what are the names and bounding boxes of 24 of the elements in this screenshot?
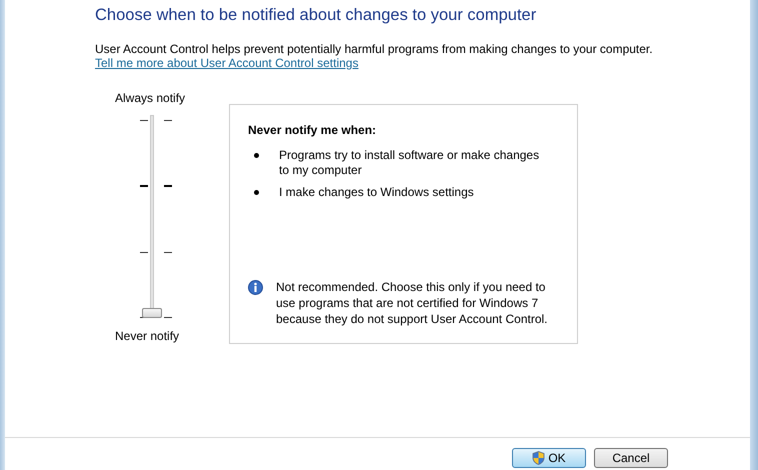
tick-mark xyxy=(164,316,172,318)
help-link[interactable]: Tell me more about User Account Control settings xyxy=(95,56,358,70)
bullet-icon xyxy=(254,153,259,158)
bullet-icon xyxy=(254,190,259,195)
cancel-button[interactable]: Cancel xyxy=(594,448,668,468)
page-heading: Choose when to be notified about changes to your computer xyxy=(95,6,536,25)
tick-mark xyxy=(164,252,172,253)
description-text: User Account Control helps prevent potentially harmful programs from making changes to your computer. xyxy=(95,42,653,56)
tick-mark xyxy=(164,120,172,121)
bullet-text: Programs try to install software or make changes to my computer xyxy=(279,148,540,178)
bullet-text: I make changes to Windows settings xyxy=(279,185,474,200)
tick-mark xyxy=(140,185,148,188)
slider-thumb[interactable] xyxy=(142,308,162,318)
always-notify-label: Always notify xyxy=(115,91,186,105)
panel-title: Never notify me when: xyxy=(248,123,378,137)
tick-mark xyxy=(140,252,148,253)
shield-icon xyxy=(532,451,546,465)
slider-track[interactable] xyxy=(142,115,162,319)
info-icon xyxy=(248,280,263,295)
never-notify-label: Never notify xyxy=(115,329,180,343)
tick-mark xyxy=(164,185,172,188)
ok-button[interactable]: OK xyxy=(512,448,586,468)
warning-note: Not recommended. Choose this only if you need to use programs that are not certified for Windows 7 because they do not support User Account Control. xyxy=(276,279,548,327)
tick-mark xyxy=(140,120,148,121)
